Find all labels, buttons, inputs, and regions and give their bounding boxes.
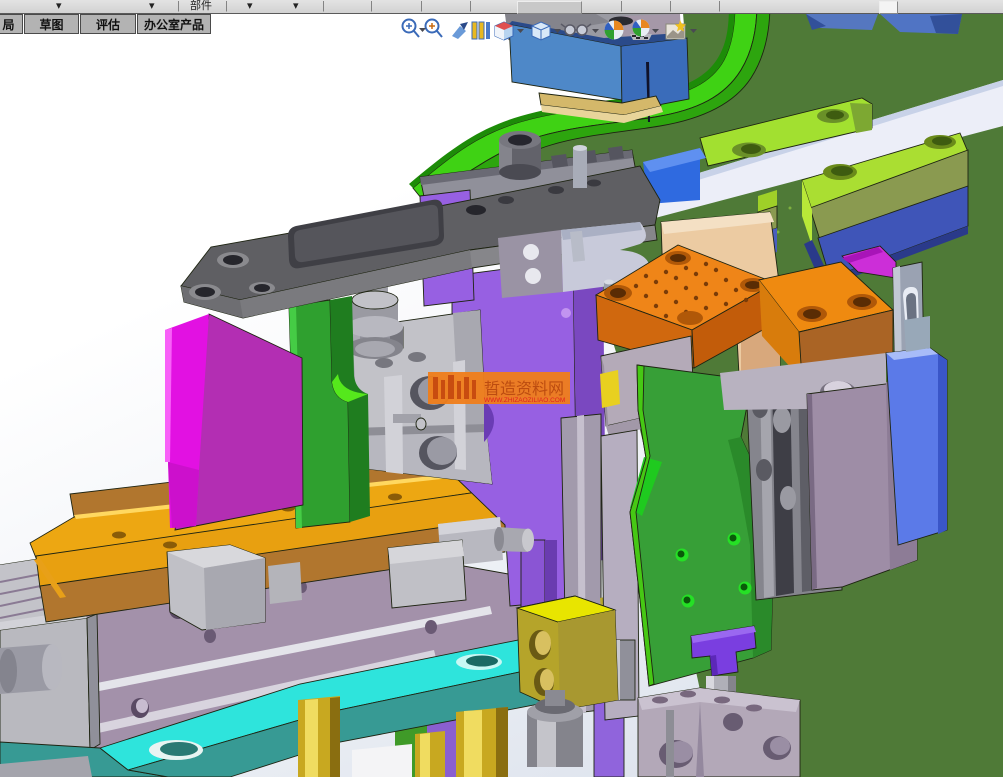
svg-text:晢造资料网: 晢造资料网 (484, 380, 564, 398)
svg-text:WWW.ZHIZAOZILIAO.COM: WWW.ZHIZAOZILIAO.COM (484, 397, 565, 404)
